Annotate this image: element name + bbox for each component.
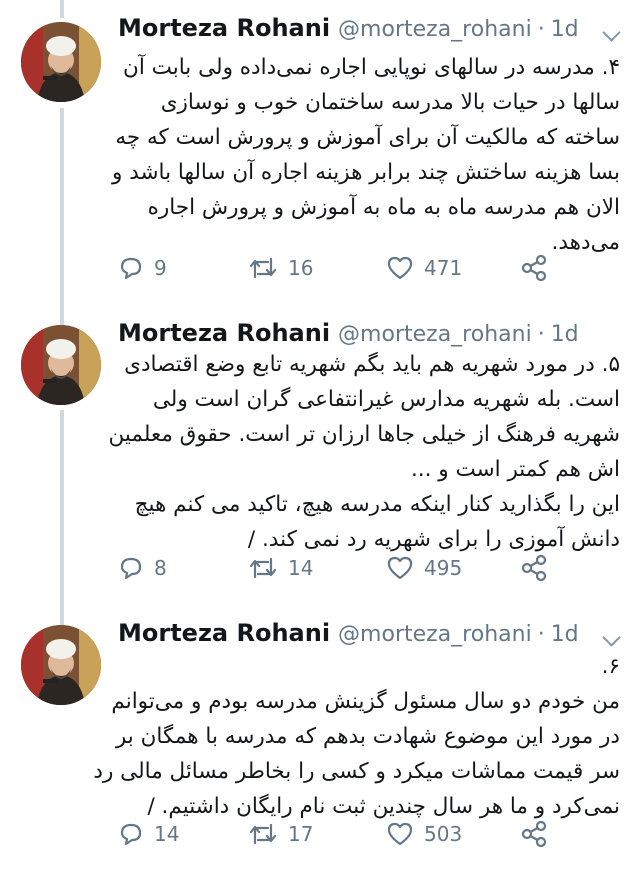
tweet-actions: 14 17 503 (118, 821, 558, 855)
reply-icon (120, 823, 142, 846)
like-count: 495 (424, 556, 463, 580)
avatar[interactable] (21, 22, 101, 102)
avatar[interactable] (21, 625, 101, 705)
tweet-line: بسا هزینه ساختش چند برابر هزینه اجاره آن… (112, 160, 620, 185)
retweet-button[interactable]: 17 (248, 821, 313, 847)
retweet-count: 14 (288, 556, 314, 580)
tweet-line: سالها در حیات بالا مدرسه ساختمان خوب و ن… (160, 90, 620, 115)
tweet-line: شهریه فرهنگ از خیلی جاها ارزان تر است. ح… (108, 422, 620, 447)
tweet-header: Morteza Rohani @morteza_rohani · 1d (118, 14, 618, 50)
tweet-line: ۴. مدرسه در سالهای نوپایی اجاره نمی‌داده… (123, 55, 620, 80)
retweet-icon (249, 557, 277, 579)
tweet-line: این را بگذارید کنار اینکه مدرسه هیچ، تاک… (134, 492, 620, 517)
like-button[interactable]: 503 (386, 821, 462, 847)
retweet-count: 17 (288, 822, 314, 846)
tweet-line: در مورد این موضوع شهادت بدهم که مدرسه با… (115, 724, 620, 749)
separator-dot: · (537, 322, 545, 347)
tweet-actions: 8 14 495 (118, 555, 558, 589)
like-count: 471 (424, 256, 463, 280)
author-name[interactable]: Morteza Rohani (118, 14, 330, 42)
retweet-icon (249, 823, 277, 845)
reply-count: 14 (154, 822, 180, 846)
avatar[interactable] (21, 325, 101, 405)
tweet-line: ساخته که مالکیت آن برای آموزش و پرورش اس… (115, 125, 620, 150)
separator-dot: · (537, 622, 545, 647)
timestamp[interactable]: 1d (551, 322, 579, 347)
tweet-actions: 9 16 471 (118, 255, 558, 289)
timestamp[interactable]: 1d (551, 17, 579, 42)
share-button[interactable] (520, 821, 548, 847)
retweet-icon (249, 257, 277, 279)
reply-icon (120, 257, 142, 280)
retweet-count: 16 (288, 256, 314, 280)
tweet-line: الان هم مدرسه ماه به ماه به آموزش و پرور… (147, 195, 620, 220)
tweet-line: است. بله شهریه مدارس غیرانتفاعی گران است… (152, 387, 620, 412)
author-name[interactable]: Morteza Rohani (118, 319, 330, 347)
tweet-text: ۵. در مورد شهریه هم باید بگم شهریه تابع … (108, 347, 620, 557)
heart-icon (387, 556, 413, 580)
tweet[interactable]: Morteza Rohani @morteza_rohani · 1d ۵. د… (0, 305, 640, 605)
share-button[interactable] (520, 255, 548, 281)
share-icon (521, 821, 547, 847)
tweet-line: سر قیمت مماشات میکرد و کسی را بخاطر مسائ… (93, 759, 620, 784)
tweet-line: نمی‌کرد و ما هر سال چندین ثبت نام رایگان… (147, 794, 620, 819)
author-handle[interactable]: @morteza_rohani (338, 622, 532, 647)
tweet-line: اش هم کمتر است و ... (410, 457, 620, 482)
reply-count: 8 (154, 556, 167, 580)
share-icon (521, 255, 547, 281)
reply-count: 9 (154, 256, 167, 280)
reply-button[interactable]: 8 (118, 555, 167, 581)
separator-dot: · (537, 17, 545, 42)
like-button[interactable]: 471 (386, 255, 462, 281)
tweet[interactable]: Morteza Rohani @morteza_rohani · 1d ۴. م… (0, 0, 640, 305)
reply-icon (120, 557, 142, 580)
tweet-line: من خودم دو سال مسئول گزینش مدرسه بودم و … (111, 689, 620, 714)
like-count: 503 (424, 822, 463, 846)
heart-icon (387, 822, 413, 846)
reply-button[interactable]: 9 (118, 255, 167, 281)
like-button[interactable]: 495 (386, 555, 462, 581)
tweet-text: ۶. من خودم دو سال مسئول گزینش مدرسه بودم… (93, 649, 620, 824)
author-handle[interactable]: @morteza_rohani (338, 322, 532, 347)
tweet-line: ۶. (601, 654, 620, 679)
share-button[interactable] (520, 555, 548, 581)
share-icon (521, 555, 547, 581)
tweet-line: ۵. در مورد شهریه هم باید بگم شهریه تابع … (124, 352, 620, 377)
author-name[interactable]: Morteza Rohani (118, 619, 330, 647)
tweet-text: ۴. مدرسه در سالهای نوپایی اجاره نمی‌داده… (112, 50, 620, 260)
tweet[interactable]: Morteza Rohani @morteza_rohani · 1d ۶. م… (0, 605, 640, 879)
timestamp[interactable]: 1d (551, 622, 579, 647)
author-handle[interactable]: @morteza_rohani (338, 17, 532, 42)
heart-icon (387, 256, 413, 280)
retweet-button[interactable]: 16 (248, 255, 313, 281)
retweet-button[interactable]: 14 (248, 555, 313, 581)
tweet-line: دانش آموزی را برای شهریه رد نمی کند. / (247, 527, 620, 552)
reply-button[interactable]: 14 (118, 821, 179, 847)
